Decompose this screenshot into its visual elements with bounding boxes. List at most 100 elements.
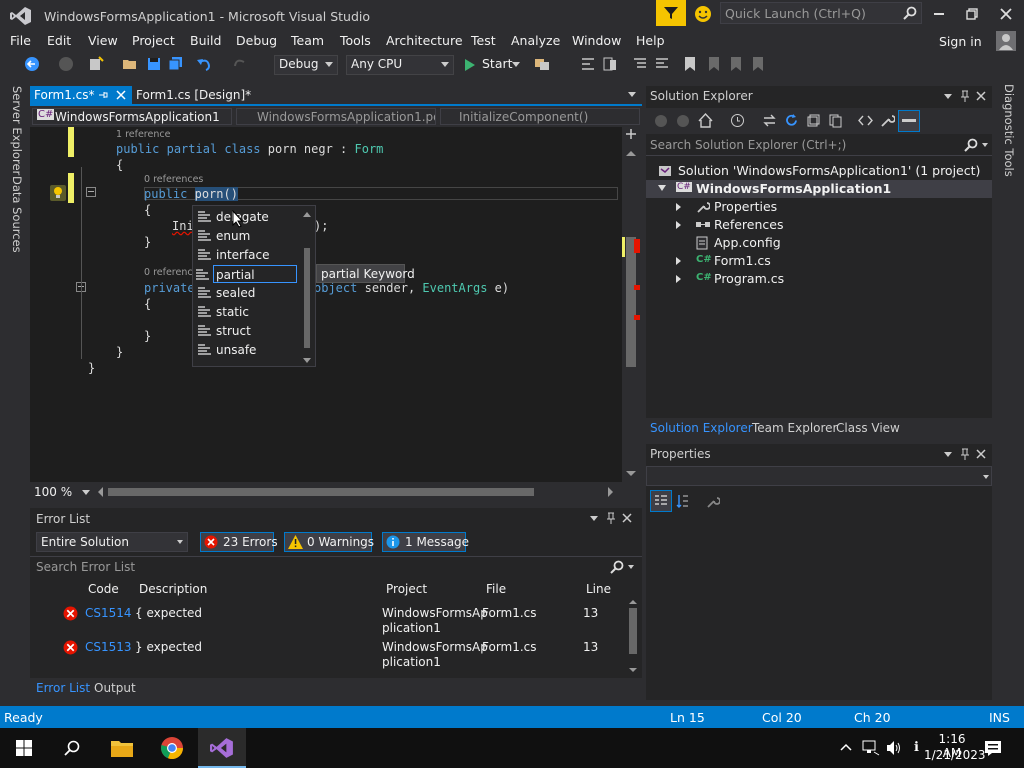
warnings-filter-button[interactable]: 0 Warnings	[284, 532, 374, 552]
window-position-chevron-icon[interactable]	[944, 452, 952, 457]
completion-item[interactable]: interface	[195, 246, 297, 264]
close-icon[interactable]	[1000, 8, 1012, 20]
bookmark-icon[interactable]	[682, 56, 698, 72]
preview-selected-items-button[interactable]	[898, 110, 920, 132]
scroll-down-icon[interactable]	[303, 358, 311, 363]
scroll-thumb[interactable]	[626, 237, 636, 367]
save-all-icon[interactable]	[168, 56, 184, 72]
chevron-down-icon[interactable]	[82, 490, 90, 495]
taskbar-chrome[interactable]	[148, 728, 196, 768]
tab-class-view[interactable]: Class View	[836, 421, 900, 435]
lightbulb-icon[interactable]	[50, 185, 66, 201]
start-button[interactable]	[0, 728, 48, 768]
column-header-line[interactable]: Line	[586, 582, 611, 596]
scroll-down-icon[interactable]	[626, 471, 636, 476]
scroll-up-icon[interactable]	[629, 600, 637, 604]
scroll-thumb[interactable]	[629, 608, 637, 654]
tree-item[interactable]: Properties	[646, 198, 992, 216]
show-hidden-icons-chevron-icon[interactable]	[840, 743, 852, 751]
notifications-icon[interactable]	[984, 739, 1002, 757]
completion-item[interactable]: sealed	[195, 284, 297, 302]
tab-form1-design[interactable]: Form1.cs [Design]*	[132, 86, 255, 104]
horizontal-scroll-thumb[interactable]	[108, 488, 534, 496]
refresh-icon[interactable]	[784, 113, 799, 128]
tab-solution-explorer[interactable]: Solution Explorer	[650, 421, 753, 435]
completion-item[interactable]: enum	[195, 227, 297, 245]
menu-architecture[interactable]: Architecture	[386, 33, 463, 48]
language-indicator-icon[interactable]: ℹ	[914, 740, 919, 755]
forward-arrow-icon[interactable]	[58, 56, 74, 72]
tree-item[interactable]: C# Program.cs	[646, 270, 992, 288]
column-header-project[interactable]: Project	[386, 582, 427, 596]
column-header-file[interactable]: File	[486, 582, 506, 596]
show-all-files-icon[interactable]	[828, 113, 843, 128]
class-dropdown[interactable]: WindowsFormsApplication1.porn	[236, 108, 436, 125]
menu-build[interactable]: Build	[190, 33, 221, 48]
menu-window[interactable]: Window	[572, 33, 621, 48]
object-selector[interactable]	[646, 466, 992, 486]
completion-item[interactable]: partial	[196, 265, 297, 283]
completion-item[interactable]: unsafe	[195, 341, 297, 359]
browser-link-icon[interactable]	[534, 56, 550, 72]
back-arrow-icon[interactable]	[24, 56, 40, 72]
tree-item-project[interactable]: C# WindowsFormsApplication1	[646, 180, 992, 198]
account-avatar[interactable]	[996, 31, 1016, 51]
diagnostic-tools-tab[interactable]: Diagnostic Tools	[1002, 84, 1016, 177]
home-icon[interactable]	[698, 113, 713, 128]
error-row[interactable]: CS1513} expected WindowsFormsAp plication1…	[30, 636, 626, 670]
member-dropdown[interactable]: InitializeComponent()	[440, 108, 640, 125]
codelens-references[interactable]: 1 reference	[116, 129, 170, 140]
error-row[interactable]: CS1514{ expected WindowsFormsAp plication1…	[30, 602, 626, 636]
redo-icon[interactable]	[232, 56, 248, 72]
scroll-thumb[interactable]	[304, 248, 310, 348]
codelens-references[interactable]: 0 referenc	[144, 267, 193, 278]
menu-tools[interactable]: Tools	[340, 33, 371, 48]
properties-icon[interactable]	[880, 113, 895, 128]
volume-icon[interactable]	[886, 740, 902, 756]
uncomment-lines-icon[interactable]	[654, 56, 670, 72]
tab-team-explorer[interactable]: Team Explorer	[752, 421, 838, 435]
solution-configuration-select[interactable]: Debug	[274, 55, 338, 75]
tab-output[interactable]: Output	[94, 681, 136, 695]
scroll-left-icon[interactable]	[98, 487, 103, 497]
intellisense-completion-list[interactable]: delegate enum interface partial sealed static…	[192, 205, 316, 367]
close-panel-icon[interactable]	[976, 449, 986, 459]
sign-in-link[interactable]: Sign in	[939, 34, 982, 49]
tab-error-list[interactable]: Error List	[36, 681, 90, 695]
close-panel-icon[interactable]	[976, 91, 986, 101]
error-scope-select[interactable]: Entire Solution	[36, 532, 188, 552]
error-code-link[interactable]: CS1514	[85, 606, 132, 620]
menu-debug[interactable]: Debug	[236, 33, 277, 48]
solution-platform-select[interactable]: Any CPU	[346, 55, 454, 75]
quick-launch-input[interactable]: Quick Launch (Ctrl+Q)	[720, 2, 922, 24]
previous-bookmark-icon[interactable]	[706, 56, 722, 72]
pin-icon[interactable]	[606, 512, 616, 524]
close-tab-icon[interactable]	[116, 90, 126, 100]
menu-edit[interactable]: Edit	[47, 33, 71, 48]
completion-item[interactable]: delegate	[195, 208, 297, 226]
taskbar-visual-studio[interactable]	[198, 728, 246, 768]
errors-filter-button[interactable]: 23 Errors	[200, 532, 278, 552]
taskbar-search-button[interactable]	[48, 728, 96, 768]
step-into-icon[interactable]	[580, 56, 596, 72]
back-icon[interactable]	[654, 114, 668, 128]
collapse-box-icon[interactable]	[86, 187, 96, 197]
save-icon[interactable]	[146, 56, 162, 72]
open-folder-icon[interactable]	[122, 56, 138, 72]
restore-icon[interactable]	[966, 8, 978, 20]
scroll-down-icon[interactable]	[629, 668, 637, 672]
menu-help[interactable]: Help	[636, 33, 665, 48]
tab-overflow-chevron-icon[interactable]	[628, 92, 636, 97]
tree-item-solution[interactable]: Solution 'WindowsFormsApplication1' (1 p…	[646, 162, 992, 180]
property-pages-icon[interactable]	[706, 494, 720, 508]
tree-item[interactable]: C# Form1.cs	[646, 252, 992, 270]
minimize-icon[interactable]	[934, 13, 944, 15]
clear-bookmarks-icon[interactable]	[750, 56, 766, 72]
feedback-filter-button[interactable]	[656, 0, 686, 26]
alphabetical-sort-icon[interactable]	[676, 494, 690, 508]
completion-scrollbar[interactable]	[301, 210, 313, 364]
zoom-level[interactable]: 100 %	[34, 485, 72, 499]
undo-icon[interactable]	[196, 56, 212, 72]
split-window-icon[interactable]	[625, 129, 637, 139]
completion-item[interactable]: static	[195, 303, 297, 321]
